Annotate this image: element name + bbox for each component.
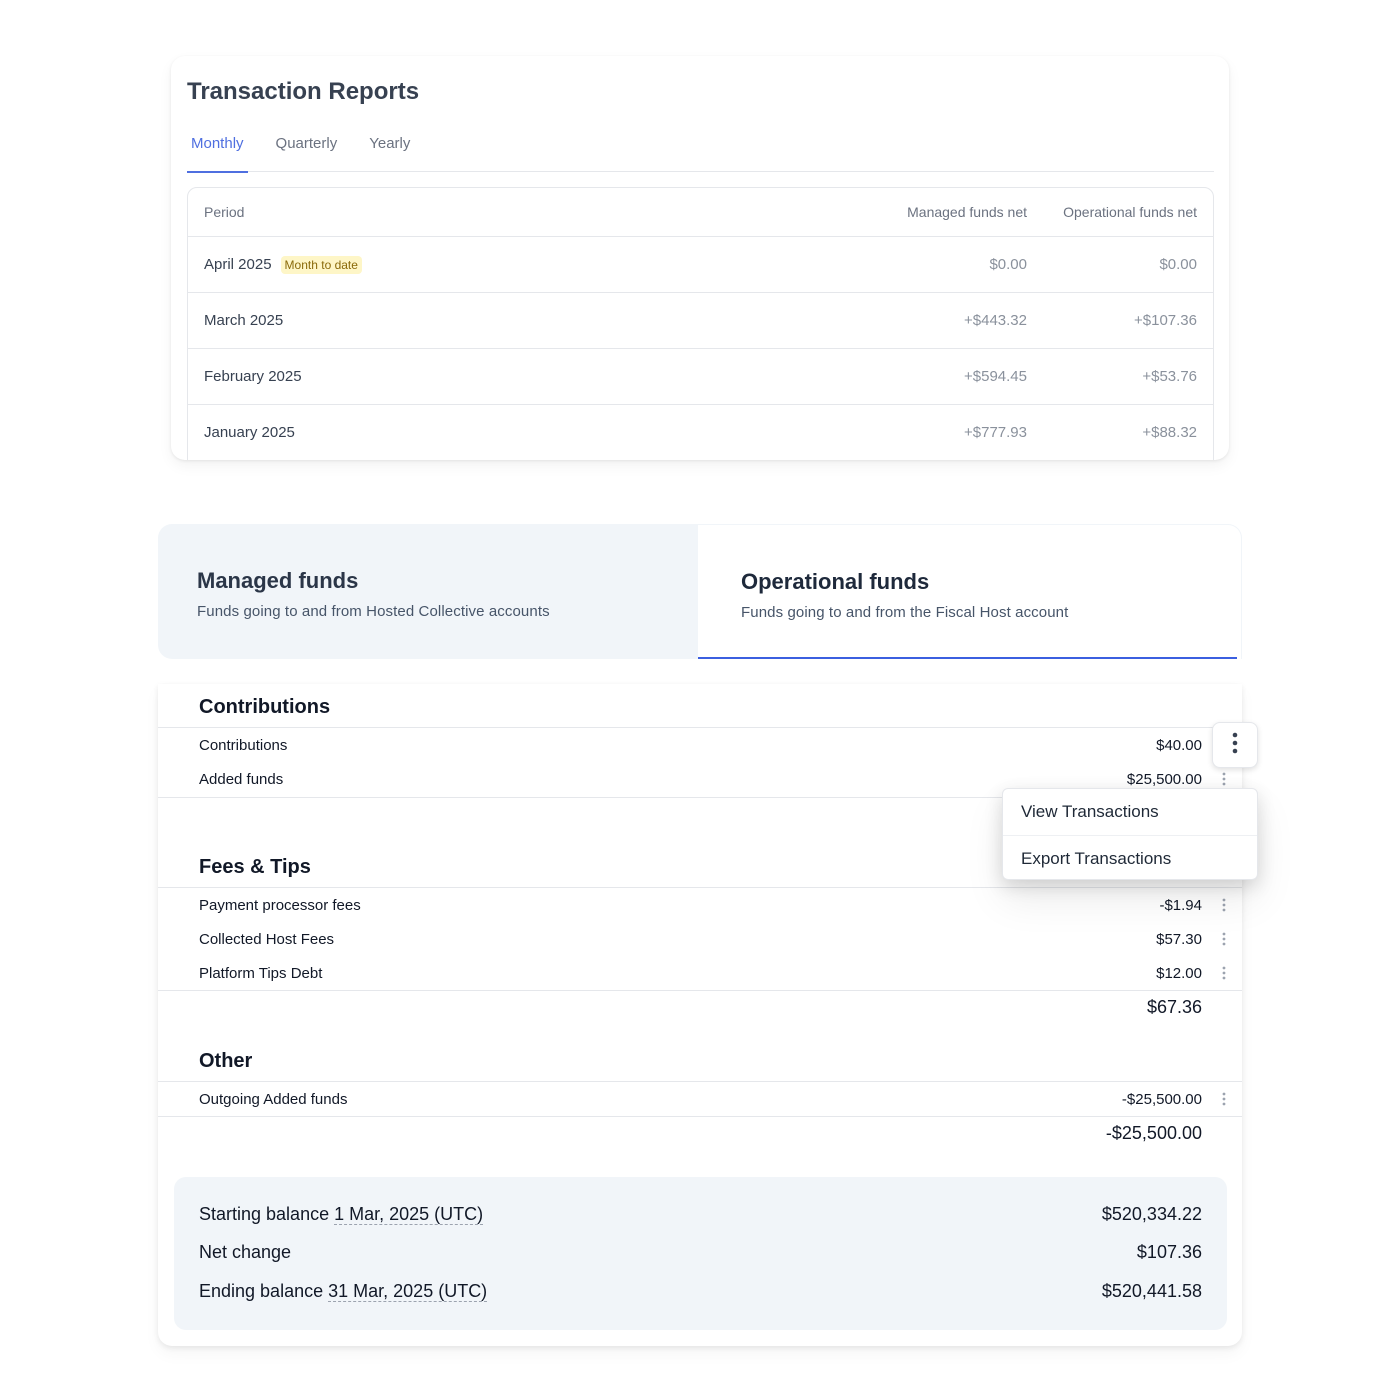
starting-balance-label: Starting balance 1 Mar, 2025 (UTC) xyxy=(199,1204,484,1225)
transaction-reports-card: Transaction Reports Monthly Quarterly Ye… xyxy=(171,56,1229,460)
line-label: Contributions xyxy=(199,737,288,754)
kebab-icon[interactable] xyxy=(1216,897,1232,913)
tab-operational-funds[interactable]: Operational funds Funds going to and fro… xyxy=(698,524,1242,659)
reports-table: Period Managed funds net Operational fun… xyxy=(187,187,1214,460)
table-header: Period Managed funds net Operational fun… xyxy=(188,188,1213,237)
tab-quarterly[interactable]: Quarterly xyxy=(272,132,342,172)
tab-subtitle: Funds going to and from the Fiscal Host … xyxy=(741,604,1069,621)
kebab-icon xyxy=(1232,732,1238,759)
menu-item-view-transactions[interactable]: View Transactions xyxy=(1003,789,1257,835)
line-label: Platform Tips Debt xyxy=(199,965,323,982)
row-actions-button[interactable] xyxy=(1212,722,1258,768)
period-tabs: Monthly Quarterly Yearly xyxy=(187,132,1214,173)
menu-item-export-transactions[interactable]: Export Transactions xyxy=(1003,835,1257,881)
managed-net-value: +$594.45 xyxy=(964,368,1027,385)
divider xyxy=(158,1081,1242,1082)
tab-monthly[interactable]: Monthly xyxy=(187,132,248,173)
managed-net-value: +$777.93 xyxy=(964,424,1027,441)
kebab-icon[interactable] xyxy=(1216,931,1232,947)
period-label: April 2025 xyxy=(204,256,272,273)
line-amount: $57.30 xyxy=(1156,931,1202,948)
managed-net-value: +$443.32 xyxy=(964,312,1027,329)
period-label: March 2025 xyxy=(204,312,284,329)
tab-yearly[interactable]: Yearly xyxy=(365,132,414,172)
table-row[interactable]: February 2025 +$594.45 +$53.76 xyxy=(188,349,1213,405)
tab-managed-funds[interactable]: Managed funds Funds going to and from Ho… xyxy=(158,524,698,659)
line-amount: $40.00 xyxy=(1156,737,1202,754)
balance-summary: Starting balance 1 Mar, 2025 (UTC) $520,… xyxy=(174,1177,1227,1330)
column-header-operational: Operational funds net xyxy=(1063,204,1197,220)
operational-net-value: +$53.76 xyxy=(1142,368,1197,385)
tab-subtitle: Funds going to and from Hosted Collectiv… xyxy=(197,603,550,620)
line-label: Payment processor fees xyxy=(199,897,361,914)
divider xyxy=(158,990,1242,991)
funds-breakdown-panel: Contributions Contributions $40.00 Added… xyxy=(158,684,1242,1346)
ending-balance-date: 31 Mar, 2025 (UTC) xyxy=(328,1281,488,1302)
operational-net-value: +$107.36 xyxy=(1134,312,1197,329)
divider xyxy=(158,1116,1242,1117)
line-label: Collected Host Fees xyxy=(199,931,335,948)
column-header-period: Period xyxy=(204,204,245,220)
status-badge: Month to date xyxy=(280,255,362,274)
managed-net-value: $0.00 xyxy=(989,256,1027,273)
ending-balance-label: Ending balance 31 Mar, 2025 (UTC) xyxy=(199,1281,488,1302)
line-label: Outgoing Added funds xyxy=(199,1091,348,1108)
line-label: Added funds xyxy=(199,771,284,788)
kebab-icon[interactable] xyxy=(1216,771,1232,787)
operational-net-value: $0.00 xyxy=(1159,256,1197,273)
starting-balance-amount: $520,334.22 xyxy=(1101,1204,1202,1224)
section-title-fees-tips: Fees & Tips xyxy=(199,856,311,878)
period-label: January 2025 xyxy=(204,424,295,441)
net-change-amount: $107.36 xyxy=(1136,1242,1202,1262)
divider xyxy=(158,727,1242,728)
operational-net-value: +$88.32 xyxy=(1142,424,1197,441)
period-label: February 2025 xyxy=(204,368,302,385)
section-title-other: Other xyxy=(199,1050,253,1072)
line-amount: $12.00 xyxy=(1156,965,1202,982)
table-row[interactable]: January 2025 +$777.93 +$88.32 xyxy=(188,405,1213,460)
kebab-icon[interactable] xyxy=(1216,965,1232,981)
table-row[interactable]: April 2025 Month to date $0.00 $0.00 xyxy=(188,237,1213,293)
net-change-label: Net change xyxy=(199,1242,292,1262)
page-title: Transaction Reports xyxy=(187,78,420,105)
fund-type-tabs: Managed funds Funds going to and from Ho… xyxy=(158,524,1242,659)
starting-balance-date: 1 Mar, 2025 (UTC) xyxy=(334,1204,484,1225)
section-total: -$25,500.00 xyxy=(1105,1123,1202,1143)
section-title-contributions: Contributions xyxy=(199,696,331,718)
line-amount: -$1.94 xyxy=(1159,897,1202,914)
table-row[interactable]: March 2025 +$443.32 +$107.36 xyxy=(188,293,1213,349)
kebab-icon[interactable] xyxy=(1216,1091,1232,1107)
column-header-managed: Managed funds net xyxy=(907,204,1027,220)
ending-balance-amount: $520,441.58 xyxy=(1101,1281,1202,1301)
line-amount: $25,500.00 xyxy=(1126,771,1202,788)
section-total: $67.36 xyxy=(1146,997,1202,1017)
tab-title: Operational funds xyxy=(741,569,930,594)
row-actions-menu: View Transactions Export Transactions xyxy=(1002,788,1258,880)
line-amount: -$25,500.00 xyxy=(1121,1091,1202,1108)
tab-title: Managed funds xyxy=(197,568,359,593)
divider xyxy=(158,887,1242,888)
